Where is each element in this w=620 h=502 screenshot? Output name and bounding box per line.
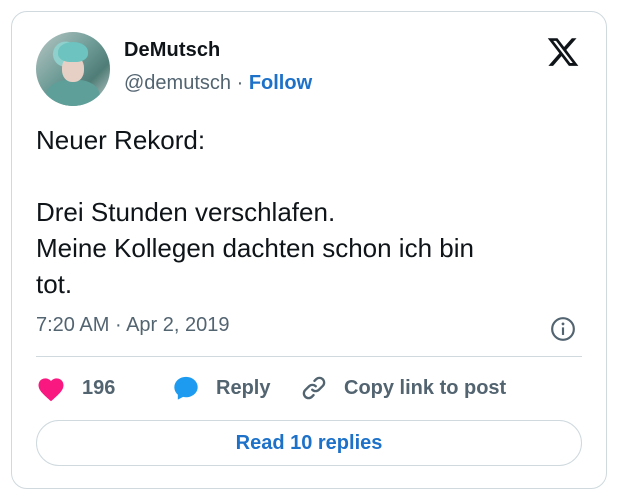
author-handle-row: @demutsch · Follow — [124, 72, 312, 95]
timestamp-separator: · — [114, 314, 122, 336]
copy-link-button[interactable]: Copy link to post — [300, 374, 506, 402]
avatar-cap — [58, 42, 88, 62]
heart-icon — [38, 378, 64, 402]
like-button[interactable]: 196 — [36, 374, 115, 402]
author-name[interactable]: DeMutsch — [124, 39, 220, 62]
divider — [36, 356, 582, 357]
tweet-line: Meine Kollegen dachten schon ich bin — [36, 233, 474, 263]
speech-bubble-icon — [174, 376, 198, 400]
tweet-time: 7:20 AM — [36, 314, 110, 336]
reply-button[interactable]: Reply — [172, 374, 270, 402]
tweet-timestamp[interactable]: 7:20 AM · Apr 2, 2019 — [36, 314, 230, 337]
tweet-line — [36, 158, 576, 194]
tweet-card: DeMutsch @demutsch · Follow Neuer Rekord… — [11, 11, 607, 489]
tweet-line: tot. — [36, 269, 73, 299]
x-logo-icon[interactable] — [546, 35, 580, 69]
tweet-line: Drei Stunden verschlafen. — [36, 197, 336, 227]
read-replies-button[interactable]: Read 10 replies — [36, 420, 582, 466]
avatar-body — [46, 80, 100, 106]
tweet-text: Neuer Rekord: Drei Stunden verschlafen. … — [36, 122, 576, 302]
tweet-line: Neuer Rekord: — [36, 125, 206, 155]
handle-separator: · — [236, 72, 244, 94]
read-replies-label: Read 10 replies — [235, 431, 383, 454]
follow-button[interactable]: Follow — [249, 72, 312, 94]
link-icon — [302, 376, 326, 400]
tweet-date: Apr 2, 2019 — [126, 314, 230, 336]
like-count: 196 — [82, 376, 116, 399]
avatar[interactable] — [36, 32, 110, 106]
author-handle[interactable]: @demutsch — [124, 72, 231, 94]
info-icon[interactable] — [550, 316, 576, 342]
reply-label: Reply — [216, 376, 271, 399]
copy-link-label: Copy link to post — [344, 376, 507, 399]
